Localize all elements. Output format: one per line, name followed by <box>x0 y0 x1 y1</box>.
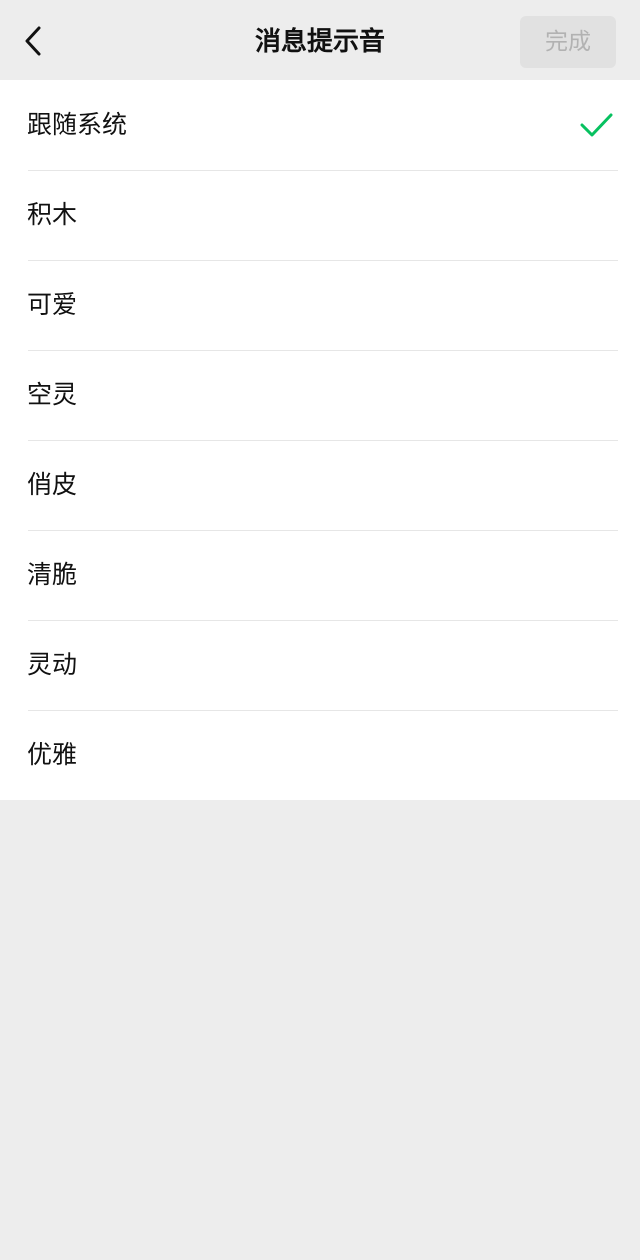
sound-option-label: 跟随系统 <box>27 110 128 139</box>
sound-option-blocks[interactable]: 积木 <box>0 170 640 260</box>
sound-option-label: 灵动 <box>27 650 78 679</box>
sound-option-label: 积木 <box>27 200 78 229</box>
sound-option-label: 清脆 <box>27 560 78 589</box>
sound-option-label: 空灵 <box>27 380 78 409</box>
sound-option-follow-system[interactable]: 跟随系统 <box>0 80 640 170</box>
sound-option-lively[interactable]: 灵动 <box>0 620 640 710</box>
sound-option-cute[interactable]: 可爱 <box>0 260 640 350</box>
sound-option-label: 优雅 <box>27 740 78 769</box>
sound-option-elegant[interactable]: 优雅 <box>0 710 640 800</box>
sound-option-label: 可爱 <box>27 290 78 319</box>
checkmark-icon <box>580 113 613 137</box>
back-button[interactable] <box>14 18 54 64</box>
navigation-bar: 消息提示音 完成 <box>0 0 640 80</box>
sound-option-playful[interactable]: 俏皮 <box>0 440 640 530</box>
sound-list: 跟随系统 积木 可爱 空灵 俏皮 清脆 灵动 优雅 <box>0 80 640 800</box>
done-button[interactable]: 完成 <box>520 16 616 68</box>
sound-option-crisp[interactable]: 清脆 <box>0 530 640 620</box>
sound-option-label: 俏皮 <box>27 470 78 499</box>
sound-option-ethereal[interactable]: 空灵 <box>0 350 640 440</box>
chevron-left-icon <box>25 26 41 56</box>
